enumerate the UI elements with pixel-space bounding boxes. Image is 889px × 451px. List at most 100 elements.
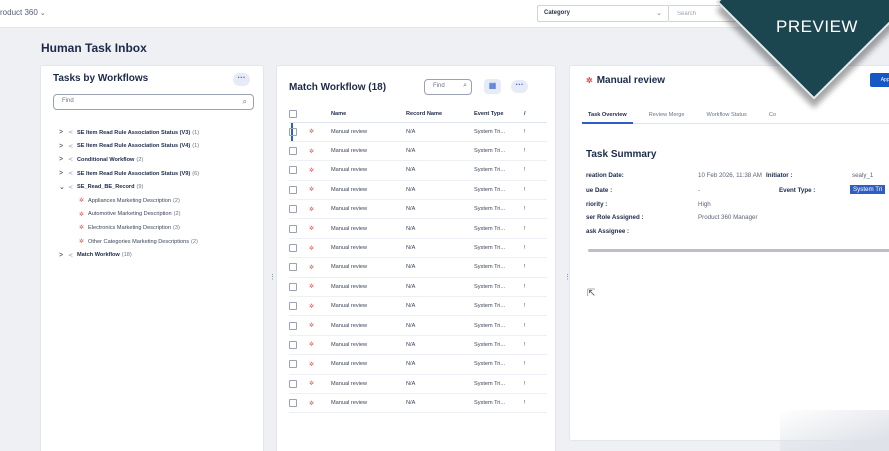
event-type-cell: System Tri... (474, 277, 524, 298)
row-checkbox[interactable] (289, 321, 297, 330)
record-name-cell: N/A (406, 160, 474, 181)
task-name-link[interactable]: Manual review (331, 354, 406, 375)
chevron-right-icon[interactable]: > (59, 170, 68, 177)
table-row[interactable]: ✲ Manual review N/A System Tri...! (289, 199, 547, 220)
tree-child-item[interactable]: ✲ Other Categories Marketing Descriptions… (59, 235, 259, 249)
column-settings-button[interactable]: ▦ (484, 79, 501, 94)
table-row[interactable]: ✲ Manual review N/A System Tri...! (289, 374, 547, 394)
due-date-value: - (698, 187, 701, 194)
user-role-label: ser Role Assigned : (586, 214, 644, 221)
task-name-link[interactable]: Manual review (331, 335, 406, 356)
row-checkbox[interactable] (289, 379, 297, 388)
table-row[interactable]: ✲ Manual review N/A System Tri...! (289, 296, 547, 317)
chevron-right-icon[interactable]: > (59, 156, 68, 163)
app-switcher[interactable]: roduct 360 ⌄ (0, 8, 46, 17)
event-type-cell: System Tri... (474, 354, 524, 375)
tab-review-merge[interactable]: Review Merge (643, 106, 691, 124)
column-header-event-type[interactable]: Event Type (474, 106, 524, 123)
table-row[interactable]: ✲ Manual review N/A System Tri...! (289, 238, 547, 259)
tree-workflow-item[interactable]: > ≺ Conditional Workflow (2) (59, 153, 259, 167)
priority-icon: ✲ (309, 342, 315, 349)
table-row[interactable]: ✲ Manual review N/A System Tri...! (289, 335, 547, 356)
record-name-cell: N/A (406, 257, 474, 278)
task-name-link[interactable]: Manual review (331, 141, 406, 162)
row-checkbox[interactable] (289, 185, 297, 194)
tree-item-label: SE_Read_BE_Record (77, 184, 135, 191)
task-name-link[interactable]: Manual review (331, 218, 406, 239)
row-checkbox[interactable] (289, 224, 297, 233)
resize-handle[interactable]: ⋮ (269, 274, 276, 282)
table-row[interactable]: ✲ Manual review N/A System Tri...! (289, 393, 547, 414)
task-name-link[interactable]: Manual review (331, 238, 406, 259)
task-name-link[interactable]: Manual review (331, 122, 406, 142)
table-row[interactable]: ✲ Manual review N/A System Tri...! (289, 218, 547, 239)
row-checkbox[interactable] (289, 302, 297, 311)
event-type-cell: System Tri... (474, 238, 524, 259)
chevron-right-icon[interactable]: > (59, 143, 68, 150)
find-placeholder: Find (62, 98, 74, 104)
tree-workflow-item[interactable]: > ≺ SE Item Read Rule Association Status (… (59, 167, 259, 181)
row-checkbox[interactable] (289, 263, 297, 272)
task-name-link[interactable]: Manual review (331, 277, 406, 298)
more-options-button[interactable]: ··· (233, 73, 250, 86)
row-checkbox[interactable] (289, 340, 297, 349)
table-row[interactable]: ✲ Manual review N/A System Tri...! (289, 354, 547, 375)
task-name-link[interactable]: Manual review (331, 393, 406, 414)
tree-child-item[interactable]: ✲ Appliances Marketing Description (2) (59, 194, 259, 208)
event-type-cell: System Tri... (474, 335, 524, 356)
table-row[interactable]: ✲ Manual review N/A System Tri...! (289, 122, 547, 142)
creation-date-label: reation Date: (586, 172, 624, 179)
task-find-input[interactable]: Find ⌕ (424, 79, 472, 95)
chevron-right-icon[interactable]: > (59, 129, 68, 136)
column-header-record-name[interactable]: Record Name (406, 106, 474, 123)
tree-workflow-item[interactable]: > ≺ Match Workflow (18) (59, 248, 259, 262)
chevron-right-icon[interactable]: > (59, 252, 68, 259)
resize-handle[interactable]: ⋮ (564, 274, 571, 282)
row-checkbox[interactable] (289, 360, 297, 369)
row-checkbox[interactable] (289, 205, 297, 214)
extra-cell: ! (524, 374, 547, 394)
task-detail-title: ✲ Manual review (586, 75, 665, 86)
priority-icon: ✲ (309, 148, 315, 155)
task-name-link[interactable]: Manual review (331, 199, 406, 220)
horizontal-scrollbar[interactable] (588, 249, 889, 252)
extra-cell: ! (524, 122, 547, 142)
tree-workflow-item[interactable]: ⌄ ≺ SE_Read_BE_Record (9) (59, 180, 259, 194)
table-row[interactable]: ✲ Manual review N/A System Tri...! (289, 141, 547, 162)
table-row[interactable]: ✲ Manual review N/A System Tri...! (289, 180, 547, 201)
task-name-link[interactable]: Manual review (331, 180, 406, 201)
table-row[interactable]: ✲ Manual review N/A System Tri...! (289, 257, 547, 278)
row-checkbox[interactable] (289, 127, 297, 136)
select-all-checkbox[interactable] (289, 109, 297, 118)
tree-workflow-item[interactable]: > ≺ SE Item Read Rule Association Status (… (59, 140, 259, 154)
tree-child-item[interactable]: ✲ Automotive Marketing Description (2) (59, 208, 259, 222)
row-checkbox[interactable] (289, 244, 297, 253)
task-name-link[interactable]: Manual review (331, 374, 406, 394)
table-row[interactable]: ✲ Manual review N/A System Tri...! (289, 277, 547, 298)
task-name-link[interactable]: Manual review (331, 315, 406, 336)
table-row[interactable]: ✲ Manual review N/A System Tri...! (289, 160, 547, 181)
row-checkbox[interactable] (289, 147, 297, 156)
row-checkbox[interactable] (289, 282, 297, 291)
row-checkbox[interactable] (289, 399, 297, 408)
more-options-button[interactable]: ··· (511, 80, 528, 93)
category-select[interactable]: Category ⌄ (537, 5, 669, 22)
row-checkbox[interactable] (289, 166, 297, 175)
column-header-name[interactable]: Name (331, 106, 406, 123)
record-name-cell: N/A (406, 218, 474, 239)
tree-workflow-item[interactable]: > ≺ SE Item Read Rule Association Status (… (59, 126, 259, 140)
task-name-link[interactable]: Manual review (331, 257, 406, 278)
tab-task-overview[interactable]: Task Overview (582, 106, 633, 124)
tree-child-item[interactable]: ✲ Electronics Marketing Description (3) (59, 221, 259, 235)
table-row[interactable]: ✲ Manual review N/A System Tri...! (289, 315, 547, 336)
record-name-cell: N/A (406, 122, 474, 142)
column-header-more: / (524, 106, 547, 123)
extra-cell: ! (524, 257, 547, 278)
chevron-down-icon[interactable]: ⌄ (59, 183, 68, 191)
event-type-value[interactable]: System Tri (850, 185, 886, 194)
tree-item-count: (3) (173, 224, 180, 231)
task-name-link[interactable]: Manual review (331, 296, 406, 317)
workflow-find-input[interactable]: Find ⌕ (53, 94, 254, 110)
task-name-link[interactable]: Manual review (331, 160, 406, 181)
tree-item-label: Appliances Marketing Description (88, 197, 172, 204)
